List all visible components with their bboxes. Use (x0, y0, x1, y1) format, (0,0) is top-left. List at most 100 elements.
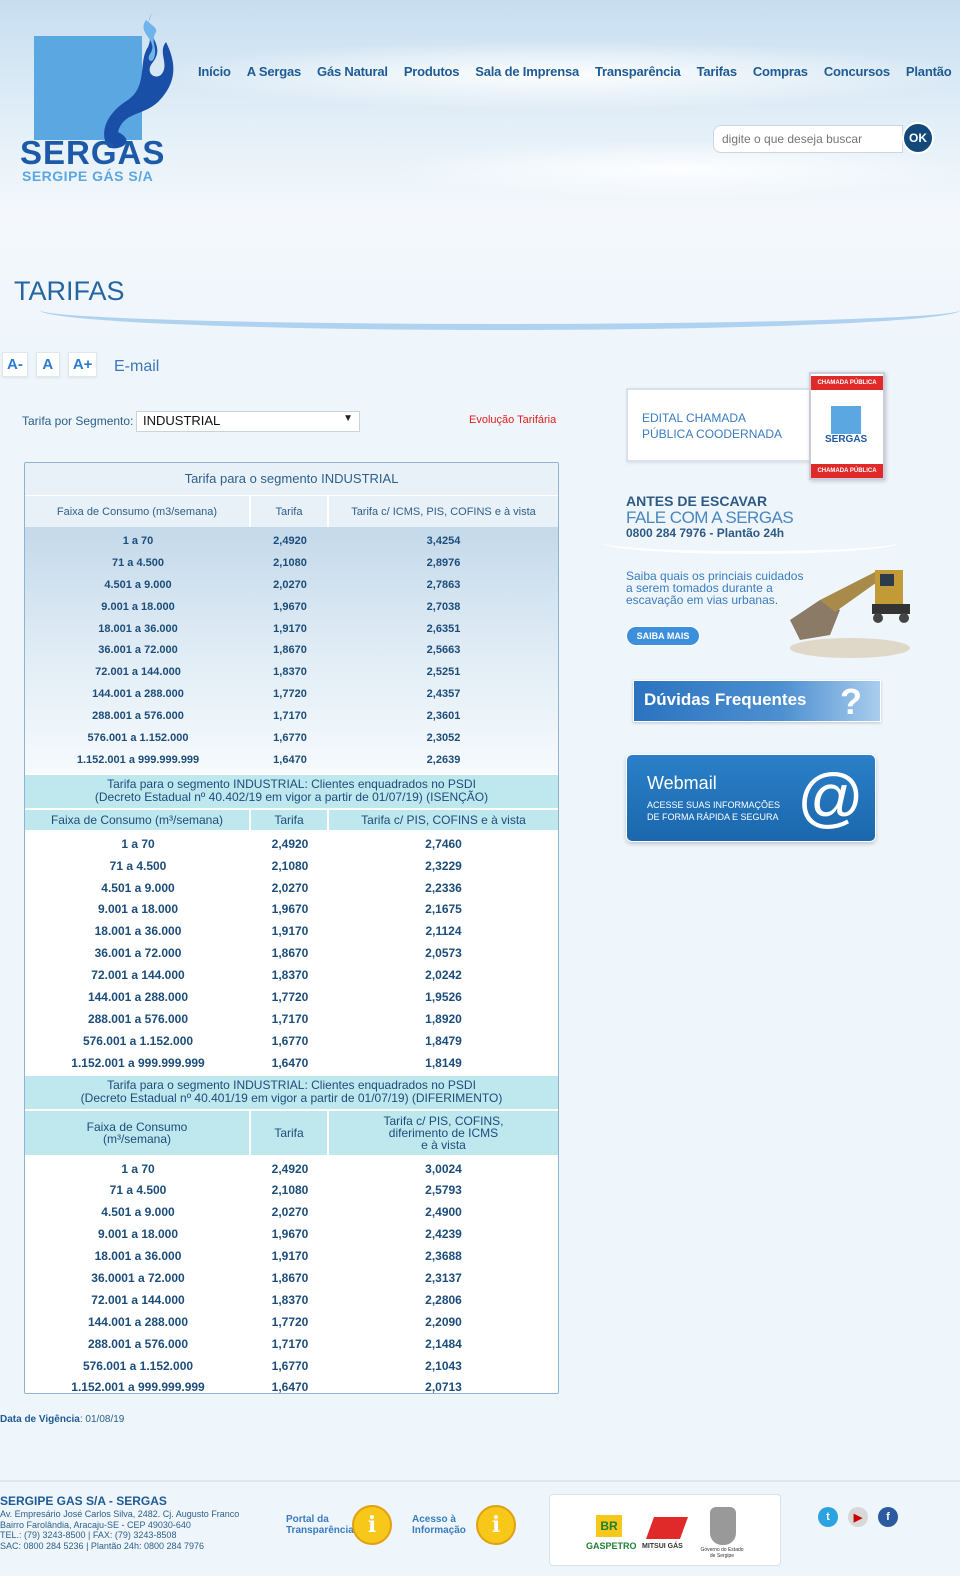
question-mark-icon: ? (840, 681, 862, 722)
nav-item-transparencia[interactable]: Transparência (587, 64, 689, 79)
br-logo[interactable]: BR (596, 1515, 622, 1537)
nav-item-compras[interactable]: Compras (745, 64, 816, 79)
table1-body: 1 a 70 2,4920 3,4254 71 a 4.500 2,1080 2,897… (25, 527, 558, 773)
table-row: 36.0001 a 72.000 1,8670 2,3137 (25, 1267, 558, 1289)
cell-tarifa-diferimento: 2,0713 (425, 1380, 462, 1394)
cell-tarifa-diferimento: 2,1043 (425, 1358, 462, 1373)
table2-header-row: Faixa de Consumo (m³/semana) Tarifa Tari… (25, 809, 558, 832)
cell-tarifa: 1,8670 (271, 1270, 309, 1285)
footer-address: Av. Empresário José Carlos Silva, 2482. … (0, 1509, 239, 1551)
gov-line2: de Sergipe (709, 1553, 735, 1559)
nav-item-plantao[interactable]: Plantão (898, 64, 960, 79)
nav-item-gas-natural[interactable]: Gás Natural (309, 64, 396, 79)
badge-top-label: CHAMADA PÚBLICA (811, 376, 883, 390)
portal-info-icon[interactable]: i (352, 1505, 392, 1545)
table-row: 1 a 70 2,4920 2,7460 (25, 832, 558, 855)
footer-address-line: Bairro Farolândia, Aracaju-SE - CEP 4903… (0, 1519, 191, 1530)
chamada-badge: CHAMADA PÚBLICA SERGAS CHAMADA PÚBLICA (809, 372, 885, 480)
saiba-mais-button[interactable]: SAIBA MAIS (626, 626, 700, 646)
nav-item-produtos[interactable]: Produtos (396, 64, 467, 79)
table1-caption: Tarifa para o segmento INDUSTRIAL (25, 463, 558, 495)
cell-faixa: 9.001 a 18.000 (97, 902, 179, 917)
table-row: 576.001 a 1.152.000 1,6770 1,8479 (25, 1029, 558, 1052)
cell-tarifa-icms: 2,8976 (426, 556, 461, 569)
cell-faixa: 4.501 a 9.000 (101, 880, 175, 895)
font-reset-button[interactable]: A (35, 352, 60, 377)
governo-sergipe-crest-icon[interactable] (710, 1507, 736, 1545)
cell-tarifa-icms: 2,7863 (426, 578, 461, 591)
table2-header-tarifa: Tarifa (251, 809, 329, 830)
table2-caption-line1: Tarifa para o segmento INDUSTRIAL: Clien… (107, 776, 476, 791)
font-decrease-button[interactable]: A- (2, 352, 28, 377)
table3-header-faixa: Faixa de Consumo (m³/semana) (25, 1110, 251, 1155)
footer-address-line: SAC: 0800 284 5236 | Plantão 24h: 0800 2… (0, 1540, 205, 1551)
cell-tarifa: 2,1080 (271, 1183, 309, 1198)
search-input[interactable] (713, 125, 903, 153)
cell-tarifa: 1,7720 (271, 1314, 309, 1329)
cell-faixa: 576.001 a 1.152.000 (82, 1358, 194, 1373)
badge-brand: SERGAS (825, 434, 868, 445)
cell-faixa: 1.152.001 a 999.999.999 (71, 1380, 205, 1394)
nav-item-inicio[interactable]: Início (190, 64, 239, 79)
cell-faixa: 1.152.001 a 999.999.999 (71, 1055, 205, 1070)
cell-faixa: 9.001 a 18.000 (97, 1227, 179, 1242)
twitter-icon[interactable]: t (818, 1507, 838, 1527)
cell-faixa: 144.001 a 288.000 (87, 1314, 189, 1329)
antes-de-escavar-banner: ANTES DE ESCAVAR FALE COM A SERGAS 0800 … (600, 490, 940, 660)
duvidas-frequentes-banner[interactable]: Dúvidas Frequentes ? (633, 680, 881, 722)
cell-tarifa: 1,7720 (271, 989, 309, 1004)
evolucao-tarifaria-link[interactable]: Evolução Tarifária (469, 414, 556, 426)
cell-faixa: 72.001 a 144.000 (91, 1292, 185, 1307)
acesso-info-icon[interactable]: i (476, 1505, 516, 1545)
table2-caption-line2: (Decreto Estadual nº 40.402/19 em vigor … (94, 789, 489, 804)
nav-item-sala-de-imprensa[interactable]: Sala de Imprensa (467, 64, 587, 79)
chamada-text: EDITAL CHAMADA PÚBLICA COODERNADA (642, 411, 783, 441)
webmail-title: Webmail (647, 773, 717, 793)
table2-body: 1 a 70 2,4920 2,7460 71 a 4.500 2,1080 2,322… (25, 832, 558, 1074)
facebook-icon[interactable]: f (878, 1507, 898, 1527)
cell-tarifa: 1,9170 (271, 1249, 309, 1264)
cell-tarifa-icms: 2,3052 (426, 731, 461, 744)
email-link[interactable]: E-mail (114, 358, 159, 376)
font-increase-button[interactable]: A+ (67, 352, 98, 377)
table-row: 9.001 a 18.000 1,9670 2,7038 (25, 596, 558, 618)
cell-faixa: 1 a 70 (121, 836, 155, 851)
table1-header-tarifa-icms: Tarifa c/ ICMS, PIS, COFINS e à vista (351, 505, 536, 518)
cell-tarifa: 1,7170 (273, 710, 307, 723)
cell-tarifa-diferimento: 2,3688 (425, 1249, 462, 1264)
table-row: 71 a 4.500 2,1080 2,3229 (25, 854, 558, 877)
segment-select[interactable]: INDUSTRIAL ▼ (136, 411, 360, 432)
cell-faixa: 576.001 a 1.152.000 (82, 1033, 194, 1048)
footer-divider (0, 1480, 960, 1482)
table-row: 71 a 4.500 2,1080 2,8976 (25, 552, 558, 574)
vigencia-value: : 01/08/19 (79, 1414, 125, 1425)
cell-tarifa-pis: 2,1124 (425, 924, 462, 939)
table-row: 4.501 a 9.000 2,0270 2,4900 (25, 1201, 558, 1224)
nav-item-tarifas[interactable]: Tarifas (689, 64, 745, 79)
table-row: 576.001 a 1.152.000 1,6770 2,3052 (25, 727, 558, 749)
badge-bottom-label: CHAMADA PÚBLICA (811, 464, 883, 478)
nav-item-a-sergas[interactable]: A Sergas (239, 64, 309, 79)
chamada-publica-banner[interactable]: EDITAL CHAMADA PÚBLICA COODERNADA CHAMAD… (626, 372, 886, 482)
acesso-informacao-link[interactable]: Acesso à Informação (412, 1514, 466, 1536)
cell-faixa: 4.501 a 9.000 (104, 578, 172, 591)
sergas-logo[interactable]: SERGAS SERGIPE GÁS S/A (20, 12, 180, 192)
table-row: 18.001 a 36.000 1,9170 2,3688 (25, 1245, 558, 1268)
cell-faixa: 288.001 a 576.000 (87, 1336, 189, 1351)
webmail-banner[interactable]: Webmail ACESSE SUAS INFORMAÇÕES DE FORMA… (626, 754, 876, 842)
table-row: 9.001 a 18.000 1,9670 2,4239 (25, 1223, 558, 1246)
portal-transparencia-link[interactable]: Portal da Transparência (286, 1514, 354, 1536)
table-row: 1 a 70 2,4920 3,0024 (25, 1157, 558, 1180)
webmail-subtitle: ACESSE SUAS INFORMAÇÕES DE FORMA RÁPIDA … (647, 799, 780, 823)
cell-tarifa-pis: 2,0573 (425, 946, 462, 961)
search-ok-button[interactable]: OK (902, 122, 934, 154)
cell-tarifa: 2,1080 (271, 858, 309, 873)
youtube-icon[interactable]: ▶ (848, 1507, 868, 1527)
mitsui-logo-icon[interactable] (645, 1517, 689, 1539)
table3-body: 1 a 70 2,4920 3,0024 71 a 4.500 2,1080 2,579… (25, 1157, 558, 1394)
table1-header-row: Faixa de Consumo (m3/semana) Tarifa Tari… (25, 495, 558, 527)
cell-tarifa: 1,6770 (271, 1358, 309, 1373)
dropdown-arrow-icon: ▼ (343, 413, 353, 424)
cell-tarifa-icms: 2,6351 (426, 622, 461, 635)
nav-item-concursos[interactable]: Concursos (816, 64, 898, 79)
